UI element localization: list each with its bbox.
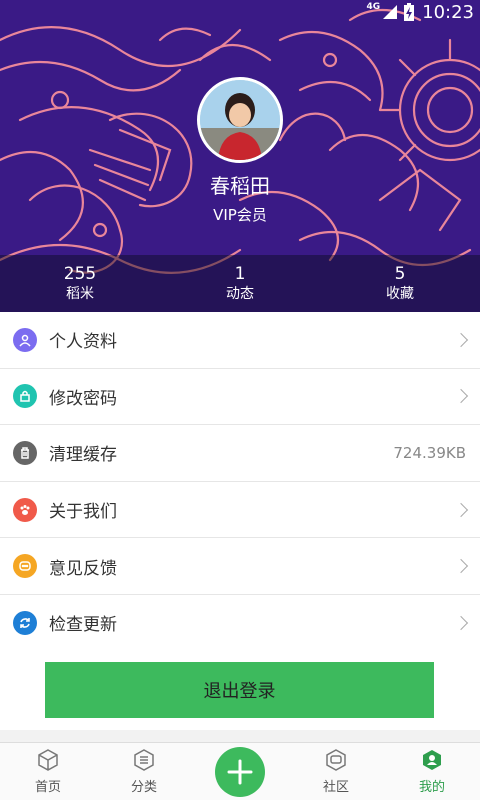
menu-item-clear-cache[interactable]: 清理缓存 724.39KB: [0, 425, 480, 482]
home-cube-icon: [38, 749, 58, 771]
stat-value: 1: [234, 263, 246, 284]
chevron-right-icon: [453, 615, 469, 630]
tab-label: 分类: [130, 780, 157, 795]
stats-bar: 255 稻米 1 动态 5 收藏: [0, 255, 480, 312]
network-type: 4G: [366, 2, 381, 12]
stat-value: 5: [394, 263, 406, 284]
stat-label: 动态: [226, 285, 254, 302]
tab-mine[interactable]: 我的: [384, 743, 480, 800]
stat-label: 收藏: [386, 285, 414, 302]
username: 春稻田: [210, 174, 270, 198]
stat-posts[interactable]: 1 动态: [160, 255, 320, 312]
status-bar: 4G 10:23: [0, 0, 480, 24]
publish-button[interactable]: [215, 747, 265, 797]
stat-value: 255: [63, 263, 97, 284]
category-list-icon: [134, 749, 154, 771]
profile-icon: [423, 750, 441, 770]
avatar-photo-icon: [200, 80, 280, 160]
menu-item-check-update[interactable]: 检查更新: [0, 595, 480, 652]
menu-item-feedback[interactable]: 意见反馈: [0, 538, 480, 595]
battery-charging-icon: [404, 3, 415, 21]
avatar[interactable]: [197, 77, 283, 163]
paw-icon: [13, 497, 37, 522]
clock: 10:23: [422, 1, 474, 23]
tab-community[interactable]: 社区: [288, 743, 384, 800]
cache-size: 724.39KB: [393, 443, 466, 462]
chevron-right-icon: [453, 389, 469, 404]
logout-section: 退出登录: [0, 650, 480, 730]
tab-home[interactable]: 首页: [0, 743, 96, 800]
settings-menu: 个人资料 修改密码 清理缓存 724.39KB 关于我们 意见反馈 检查更新: [0, 312, 480, 652]
menu-item-label: 个人资料: [49, 332, 117, 353]
menu-item-change-password[interactable]: 修改密码: [0, 369, 480, 426]
tab-label: 社区: [322, 780, 349, 795]
person-icon: [13, 327, 37, 352]
menu-item-label: 关于我们: [49, 502, 117, 523]
chat-icon: [13, 554, 37, 579]
chevron-right-icon: [453, 559, 469, 574]
membership-badge: VIP会员: [213, 206, 267, 224]
menu-item-profile[interactable]: 个人资料: [0, 312, 480, 369]
chevron-right-icon: [453, 502, 469, 517]
menu-item-about[interactable]: 关于我们: [0, 482, 480, 539]
profile-header: 春稻田 VIP会员 255 稻米 1 动态 5 收藏: [0, 0, 480, 312]
trash-icon: [13, 440, 37, 465]
logout-button[interactable]: 退出登录: [45, 662, 434, 718]
tab-category[interactable]: 分类: [96, 743, 192, 800]
menu-item-label: 意见反馈: [49, 558, 117, 579]
community-chat-icon: [326, 749, 346, 771]
plus-icon: [227, 759, 253, 785]
stat-label: 稻米: [66, 285, 94, 302]
lock-icon: [13, 384, 37, 409]
stat-favorites[interactable]: 5 收藏: [320, 255, 480, 312]
menu-item-label: 检查更新: [49, 615, 117, 636]
menu-item-label: 清理缓存: [49, 445, 117, 466]
chevron-right-icon: [453, 332, 469, 347]
signal-icon: [383, 5, 398, 19]
menu-item-label: 修改密码: [49, 388, 117, 409]
refresh-icon: [13, 610, 37, 635]
tab-label: 我的: [418, 780, 445, 795]
tab-label: 首页: [34, 780, 61, 795]
stat-rice[interactable]: 255 稻米: [0, 255, 160, 312]
